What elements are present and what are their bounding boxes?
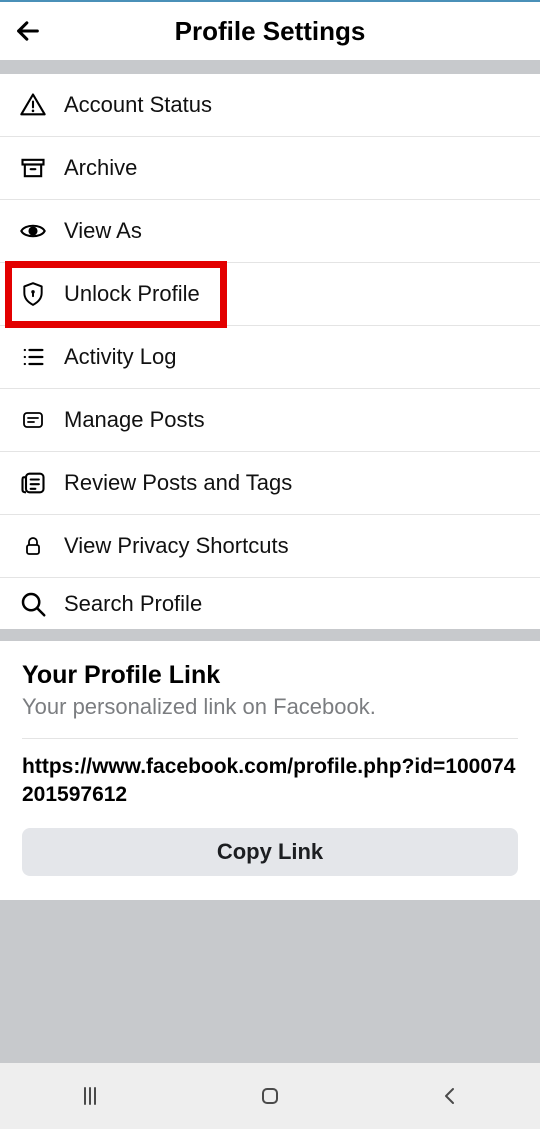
profile-url-text: https://www.facebook.com/profile.php?id=… [22,753,518,810]
menu-label: Account Status [64,92,212,118]
copy-link-label: Copy Link [217,839,323,865]
copy-link-button[interactable]: Copy Link [22,828,518,876]
menu-label: Unlock Profile [64,281,200,307]
menu-item-activity-log[interactable]: Activity Log [0,326,540,389]
lock-icon [16,529,50,563]
arrow-left-icon [14,17,42,45]
page-title: Profile Settings [0,16,540,47]
home-button[interactable] [180,1063,360,1129]
back-button[interactable] [0,3,56,59]
menu-item-view-privacy-shortcuts[interactable]: View Privacy Shortcuts [0,515,540,578]
menu-item-unlock-profile[interactable]: Unlock Profile [0,263,540,326]
menu-label: Activity Log [64,344,177,370]
recents-button[interactable] [0,1063,180,1129]
archive-icon [16,151,50,185]
menu-label: Review Posts and Tags [64,470,292,496]
menu-item-manage-posts[interactable]: Manage Posts [0,389,540,452]
menu-label: Archive [64,155,137,181]
menu-label: Manage Posts [64,407,205,433]
section-subtitle: Your personalized link on Facebook. [22,694,518,720]
header: Profile Settings [0,2,540,60]
recents-icon [78,1084,102,1108]
menu-item-review-posts-tags[interactable]: Review Posts and Tags [0,452,540,515]
shield-icon [16,277,50,311]
eye-icon [16,214,50,248]
menu-item-account-status[interactable]: Account Status [0,74,540,137]
section-title: Your Profile Link [22,661,518,690]
menu-label: View As [64,218,142,244]
search-icon [16,587,50,621]
section-gap [0,60,540,74]
android-navbar [0,1063,540,1129]
menu-item-search-profile[interactable]: Search Profile [0,578,540,641]
menu-label: View Privacy Shortcuts [64,533,289,559]
review-icon [16,466,50,500]
menu-label: Search Profile [64,591,202,617]
back-nav-button[interactable] [360,1063,540,1129]
settings-menu: Account Status Archive View As Unlock Profi… [0,74,540,641]
warning-icon [16,88,50,122]
post-icon [16,403,50,437]
menu-item-archive[interactable]: Archive [0,137,540,200]
list-icon [16,340,50,374]
bottom-filler [0,900,540,1063]
menu-item-view-as[interactable]: View As [0,200,540,263]
chevron-left-icon [438,1084,462,1108]
home-icon [258,1084,282,1108]
profile-link-card: Your Profile Link Your personalized link… [0,641,540,900]
divider [22,738,518,739]
